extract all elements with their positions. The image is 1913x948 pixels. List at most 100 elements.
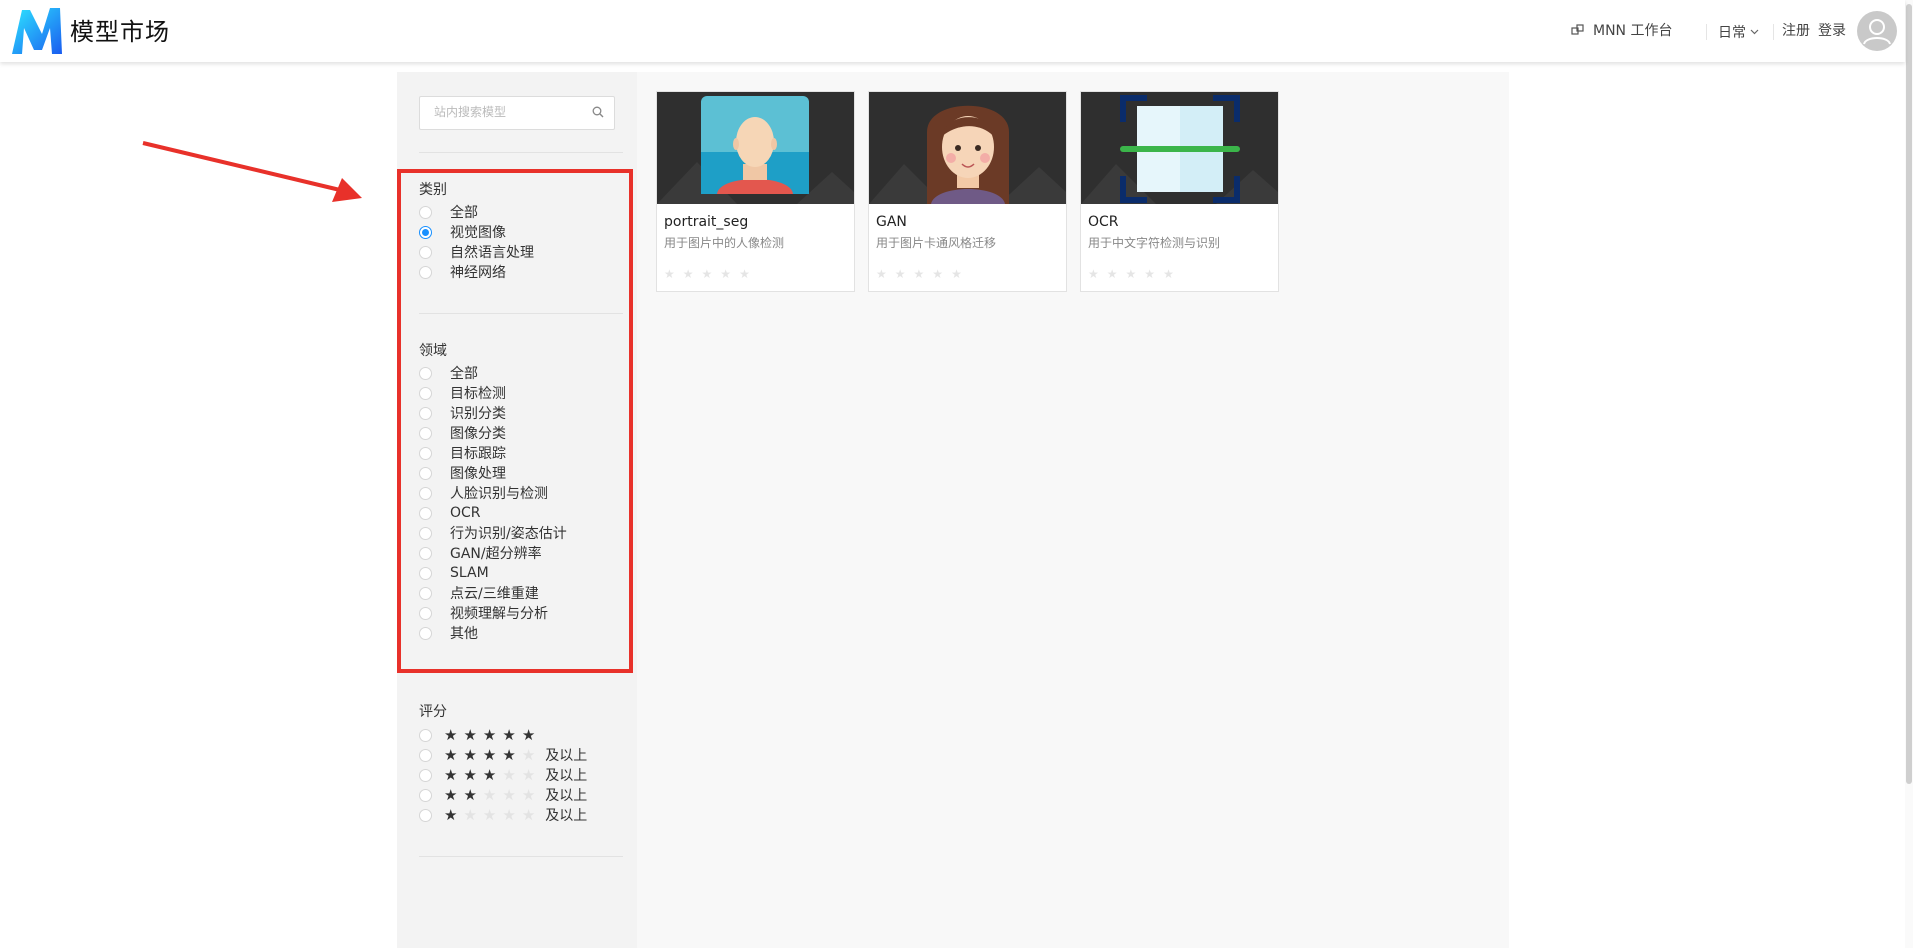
rating-option[interactable]: ★ ★ ★ ★ ★ 及以上	[419, 765, 587, 785]
star-icon: ★	[463, 725, 477, 744]
workbench-icon	[1571, 24, 1584, 35]
model-title[interactable]: portrait_seg	[664, 214, 748, 230]
star-icon: ★	[1106, 267, 1118, 281]
star-icon: ★	[444, 805, 458, 824]
rating-option[interactable]: ★ ★ ★ ★ ★ 及以上	[419, 805, 587, 825]
star-icon: ★	[521, 765, 536, 784]
document-scan-icon	[1081, 92, 1278, 204]
search-icon[interactable]	[592, 106, 604, 118]
star-icon: ★	[444, 745, 458, 764]
model-grid: portrait_seg 用于图片中的人像检测 ★ ★ ★ ★ ★ GAN 用于…	[637, 72, 1509, 948]
star-icon: ★	[932, 267, 944, 281]
user-icon	[1863, 19, 1891, 45]
section-divider	[419, 152, 623, 153]
star-icon: ★	[502, 785, 516, 804]
star-icon: ★	[502, 805, 516, 824]
model-card[interactable]: GAN 用于图片卡通风格迁移 ★ ★ ★ ★ ★	[868, 91, 1067, 292]
star-icon: ★	[502, 765, 516, 784]
star-icon: ★	[482, 765, 497, 784]
rating-stars: ★ ★ ★ ★ ★	[444, 805, 536, 824]
star-icon: ★	[463, 785, 477, 804]
star-icon: ★	[482, 745, 497, 764]
rating-option[interactable]: ★ ★ ★ ★ ★	[419, 725, 545, 745]
rating-stars: ★ ★ ★ ★ ★	[444, 765, 536, 784]
model-title[interactable]: OCR	[1088, 214, 1119, 230]
model-rating: ★ ★ ★ ★ ★	[664, 268, 750, 280]
section-divider	[419, 856, 623, 857]
search-input[interactable]	[432, 104, 586, 120]
cartoon-girl-icon	[869, 92, 1066, 204]
rating-stars: ★ ★ ★ ★ ★	[444, 725, 536, 744]
portrait-icon	[657, 92, 854, 204]
radio-button[interactable]	[419, 728, 432, 742]
star-icon: ★	[482, 785, 497, 804]
model-title[interactable]: GAN	[876, 214, 907, 230]
star-icon: ★	[444, 765, 458, 784]
star-icon: ★	[502, 725, 516, 744]
rating-stars: ★ ★ ★ ★ ★	[444, 785, 536, 804]
star-icon: ★	[463, 765, 477, 784]
rating-suffix: 及以上	[545, 808, 588, 824]
star-icon: ★	[739, 267, 750, 281]
rating-suffix: 及以上	[545, 748, 588, 764]
chevron-down-icon	[1750, 29, 1759, 35]
star-icon: ★	[482, 725, 497, 744]
app-title[interactable]: 模型市场	[70, 12, 170, 47]
env-label: 日常	[1718, 25, 1746, 41]
top-header: 模型市场 MNN 工作台 日常 注册 登录	[0, 0, 1905, 62]
scrollbar-thumb[interactable]	[1906, 4, 1912, 784]
search-box[interactable]	[419, 96, 615, 130]
header-divider	[1773, 24, 1774, 40]
star-icon: ★	[1125, 267, 1137, 281]
model-thumbnail	[869, 92, 1066, 204]
model-thumbnail	[1081, 92, 1278, 204]
star-icon: ★	[1163, 267, 1174, 281]
login-link[interactable]: 登录	[1818, 20, 1846, 40]
radio-button[interactable]	[419, 748, 432, 762]
page-scrollbar[interactable]	[1905, 0, 1913, 948]
star-icon: ★	[913, 267, 925, 281]
star-icon: ★	[701, 267, 713, 281]
star-icon: ★	[521, 785, 536, 804]
star-icon: ★	[521, 725, 536, 744]
model-thumbnail	[657, 92, 854, 204]
model-description: 用于中文字符检测与识别	[1088, 236, 1221, 250]
star-icon: ★	[521, 745, 536, 764]
star-icon: ★	[951, 267, 962, 281]
star-icon: ★	[720, 267, 732, 281]
rating-option[interactable]: ★ ★ ★ ★ ★ 及以上	[419, 785, 587, 805]
star-icon: ★	[1088, 267, 1099, 281]
radio-button[interactable]	[419, 808, 432, 822]
star-icon: ★	[482, 805, 497, 824]
model-description: 用于图片卡通风格迁移	[876, 236, 997, 250]
workbench-link[interactable]: MNN 工作台	[1571, 20, 1672, 40]
star-icon: ★	[444, 785, 458, 804]
avatar[interactable]	[1857, 11, 1897, 51]
rating-stars: ★ ★ ★ ★ ★	[444, 745, 536, 764]
header-divider	[1706, 24, 1707, 40]
workbench-label: MNN 工作台	[1593, 23, 1673, 39]
env-dropdown[interactable]: 日常	[1718, 22, 1759, 42]
star-icon: ★	[876, 267, 887, 281]
model-description: 用于图片中的人像检测	[664, 236, 785, 250]
star-icon: ★	[521, 805, 536, 824]
star-icon: ★	[682, 267, 694, 281]
arrow-annotation-icon	[142, 141, 362, 202]
star-icon: ★	[463, 805, 477, 824]
star-icon: ★	[444, 725, 458, 744]
rating-title: 评分	[419, 704, 447, 720]
rating-suffix: 及以上	[545, 788, 588, 804]
star-icon: ★	[1144, 267, 1156, 281]
star-icon: ★	[894, 267, 906, 281]
model-rating: ★ ★ ★ ★ ★	[876, 268, 962, 280]
register-link[interactable]: 注册	[1782, 20, 1810, 40]
rating-suffix: 及以上	[545, 768, 588, 784]
rating-option[interactable]: ★ ★ ★ ★ ★ 及以上	[419, 745, 587, 765]
highlight-annotation-box	[397, 169, 633, 673]
radio-button[interactable]	[419, 768, 432, 782]
star-icon: ★	[502, 745, 516, 764]
radio-button[interactable]	[419, 788, 432, 802]
model-card[interactable]: portrait_seg 用于图片中的人像检测 ★ ★ ★ ★ ★	[656, 91, 855, 292]
model-card[interactable]: OCR 用于中文字符检测与识别 ★ ★ ★ ★ ★	[1080, 91, 1279, 292]
logo-icon[interactable]	[8, 4, 66, 58]
